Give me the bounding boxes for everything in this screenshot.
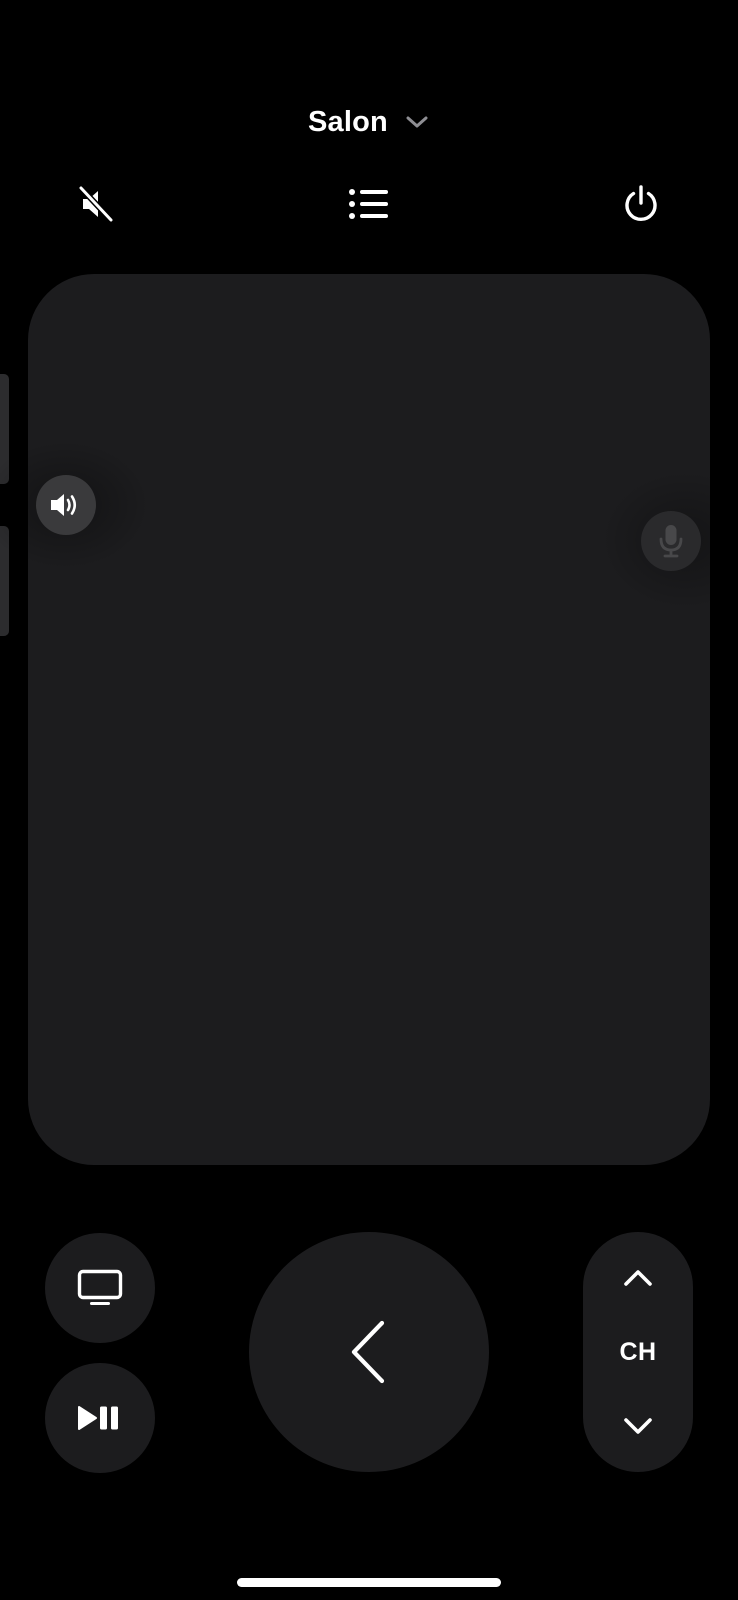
list-button[interactable] <box>337 172 401 236</box>
volume-handle[interactable] <box>36 475 96 535</box>
mute-button[interactable] <box>65 172 129 236</box>
chevron-up-icon <box>624 1270 652 1286</box>
power-button[interactable] <box>609 172 673 236</box>
home-indicator[interactable] <box>237 1578 501 1587</box>
tv-icon <box>77 1269 123 1305</box>
chevron-down-icon <box>624 1418 652 1434</box>
channel-down-button[interactable] <box>608 1402 668 1452</box>
device-name: Salon <box>308 105 388 138</box>
chevron-down-icon <box>406 116 428 128</box>
channel-up-button[interactable] <box>608 1252 668 1302</box>
touchpad[interactable] <box>28 274 710 1165</box>
microphone-icon <box>659 525 683 558</box>
play-pause-button[interactable] <box>45 1363 155 1473</box>
mic-button[interactable] <box>641 511 701 571</box>
list-icon <box>349 189 388 219</box>
side-tab-upper <box>0 374 9 484</box>
device-picker[interactable]: Salon <box>0 98 738 146</box>
power-icon <box>625 185 657 222</box>
side-tab-lower <box>0 526 9 636</box>
back-button[interactable] <box>249 1232 489 1472</box>
channel-rocker: CH <box>583 1232 693 1472</box>
speaker-muted-icon <box>78 185 114 223</box>
channel-label: CH <box>619 1337 657 1366</box>
tv-button[interactable] <box>45 1233 155 1343</box>
play-pause-icon <box>78 1406 118 1430</box>
chevron-left-icon <box>351 1320 385 1384</box>
speaker-volume-icon <box>51 494 77 516</box>
